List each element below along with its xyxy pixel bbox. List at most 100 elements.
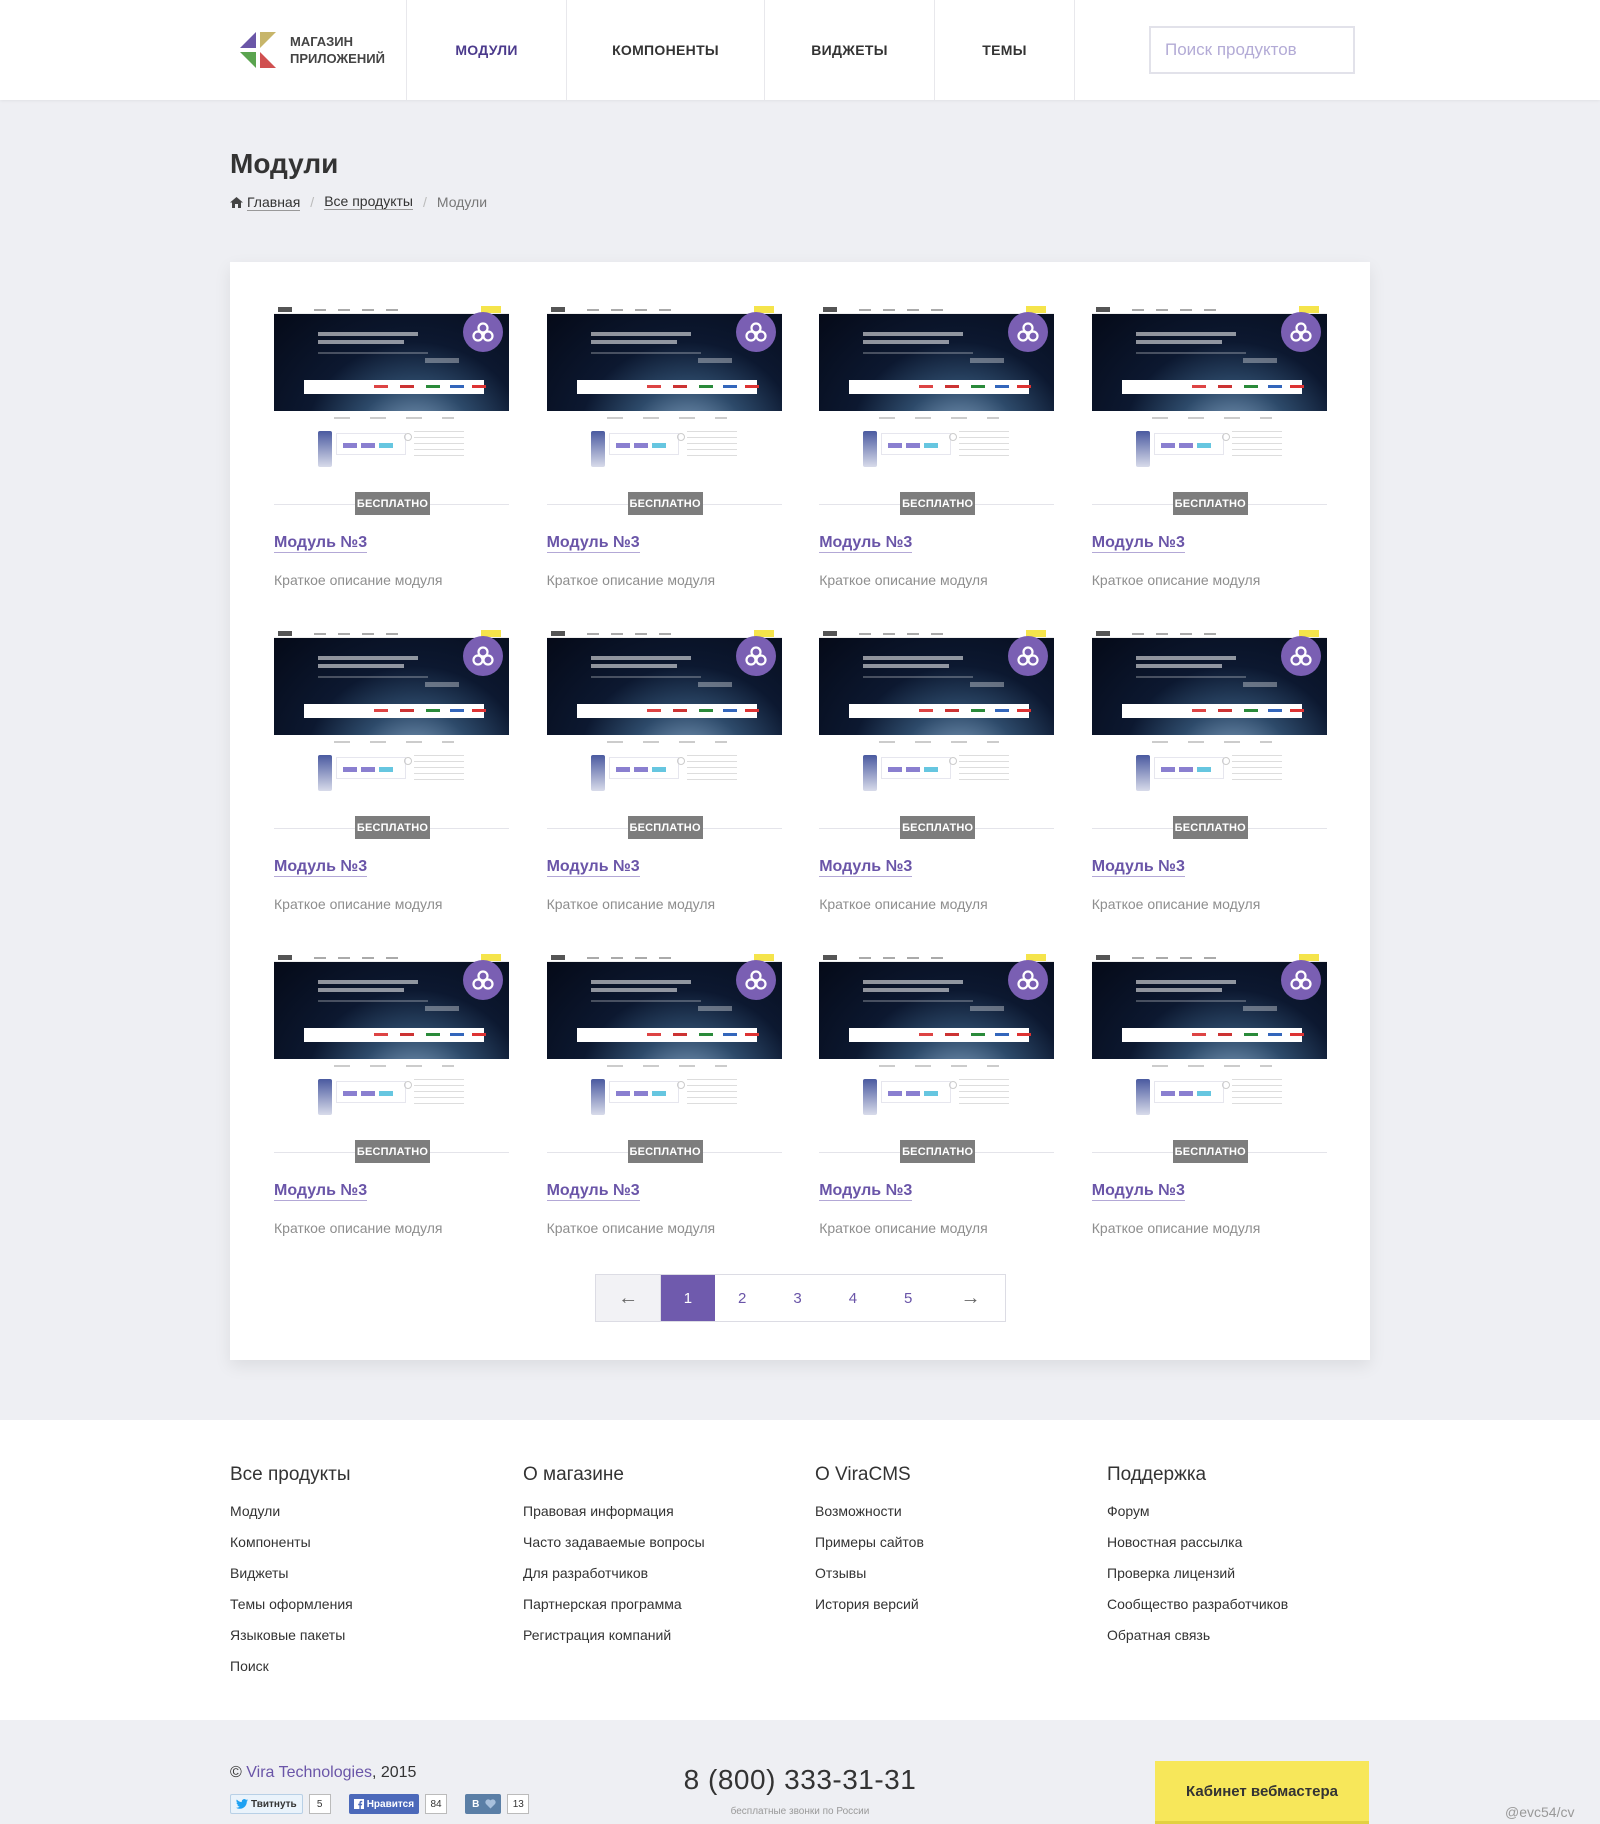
product-thumbnail[interactable]	[819, 306, 1055, 476]
footer-link[interactable]: Часто задаваемые вопросы	[523, 1533, 705, 1551]
footer-link[interactable]: История версий	[815, 1595, 924, 1613]
product-title[interactable]: Модуль №3	[546, 858, 640, 877]
footer-link[interactable]: Компоненты	[230, 1533, 353, 1551]
price-badge: БЕСПЛАТНО	[900, 816, 976, 839]
product-title[interactable]: Модуль №3	[1091, 858, 1185, 877]
product-thumbnail[interactable]	[1091, 630, 1327, 800]
product-card[interactable]: БЕСПЛАТНО Модуль №3 Краткое описание мод…	[274, 306, 509, 630]
price-badge: БЕСПЛАТНО	[900, 492, 976, 515]
product-thumbnail[interactable]	[546, 954, 782, 1124]
facebook-like-button[interactable]: Нравится	[348, 1794, 420, 1814]
search-input[interactable]	[1149, 26, 1355, 74]
product-title[interactable]: Модуль №3	[274, 534, 368, 553]
product-thumbnail[interactable]	[1091, 954, 1327, 1124]
product-title[interactable]: Модуль №3	[274, 858, 368, 877]
copyright-year: , 2015	[371, 1764, 417, 1781]
product-thumbnail[interactable]	[274, 306, 509, 476]
price-row: БЕСПЛАТНО	[1091, 492, 1327, 516]
product-card[interactable]: БЕСПЛАТНО Модуль №3 Краткое описание мод…	[546, 630, 782, 954]
product-card[interactable]: БЕСПЛАТНО Модуль №3 Краткое описание мод…	[274, 630, 509, 954]
footer-link[interactable]: Проверка лицензий	[1107, 1564, 1288, 1582]
nav-item-themes[interactable]: ТЕМЫ	[935, 0, 1075, 100]
pagination-page-5[interactable]: 5	[881, 1275, 936, 1321]
footer-link[interactable]: Партнерская программа	[523, 1595, 705, 1613]
product-thumbnail[interactable]	[546, 630, 782, 800]
product-thumbnail[interactable]	[819, 954, 1055, 1124]
footer-link[interactable]: Для разработчиков	[523, 1564, 705, 1582]
pagination-prev-button[interactable]: ←	[596, 1275, 662, 1321]
price-row: БЕСПЛАТНО	[1091, 816, 1327, 840]
support-phone[interactable]: 8 (800) 333-31-31	[680, 1764, 920, 1796]
product-card[interactable]: БЕСПЛАТНО Модуль №3 Краткое описание мод…	[546, 954, 782, 1278]
product-thumbnail[interactable]	[819, 630, 1055, 800]
store-logo[interactable]: МАГАЗИН ПРИЛОЖЕНИЙ	[240, 30, 400, 70]
footer-link[interactable]: Языковые пакеты	[230, 1626, 353, 1644]
product-card[interactable]: БЕСПЛАТНО Модуль №3 Краткое описание мод…	[546, 306, 782, 630]
product-card[interactable]: БЕСПЛАТНО Модуль №3 Краткое описание мод…	[1091, 630, 1327, 954]
footer-column-title: О магазине	[523, 1464, 624, 1485]
product-title[interactable]: Модуль №3	[1091, 534, 1185, 553]
webmaster-cabinet-button[interactable]: Кабинет вебмастера	[1155, 1761, 1369, 1824]
footer-link[interactable]: Модули	[230, 1502, 353, 1520]
facebook-count: 84	[425, 1794, 448, 1814]
footer-link[interactable]: Новостная рассылка	[1107, 1533, 1288, 1551]
product-card[interactable]: БЕСПЛАТНО Модуль №3 Краткое описание мод…	[819, 630, 1055, 954]
footer-link[interactable]: Поиск	[230, 1657, 353, 1675]
tweet-button[interactable]: Твитнуть	[230, 1794, 303, 1814]
copyright-brand-link[interactable]: Vira Technologies	[246, 1764, 372, 1781]
product-title[interactable]: Модуль №3	[546, 534, 640, 553]
product-title[interactable]: Модуль №3	[819, 534, 913, 553]
breadcrumb-all-products[interactable]: Все продукты	[324, 193, 413, 210]
product-card[interactable]: БЕСПЛАТНО Модуль №3 Краткое описание мод…	[1091, 306, 1327, 630]
nav-item-widgets[interactable]: ВИДЖЕТЫ	[765, 0, 935, 100]
price-row: БЕСПЛАТНО	[819, 816, 1055, 840]
product-card[interactable]: БЕСПЛАТНО Модуль №3 Краткое описание мод…	[1091, 954, 1327, 1278]
logo-line-1: МАГАЗИН	[290, 34, 354, 49]
product-thumbnail[interactable]	[274, 954, 509, 1124]
social-buttons: Твитнуть 5 Нравится 84 В 13	[230, 1794, 541, 1814]
module-icon	[1280, 636, 1321, 676]
vk-like-button[interactable]: В	[465, 1794, 502, 1814]
footer-bottom-bar: © Vira Technologies, 2015 Твитнуть 5 Нра…	[0, 1720, 1600, 1824]
product-description: Краткое описание модуля	[819, 1220, 988, 1236]
support-phone-note: бесплатные звонки по России	[730, 1806, 870, 1817]
product-thumbnail[interactable]	[546, 306, 782, 476]
product-title[interactable]: Модуль №3	[819, 858, 913, 877]
twitter-icon	[236, 1799, 248, 1809]
footer-link[interactable]: Правовая информация	[523, 1502, 705, 1520]
product-title[interactable]: Модуль №3	[819, 1182, 913, 1201]
footer-link[interactable]: Форум	[1107, 1502, 1288, 1520]
product-thumbnail[interactable]	[274, 630, 509, 800]
product-title[interactable]: Модуль №3	[274, 1182, 368, 1201]
breadcrumb-current: Модули	[436, 193, 488, 210]
pagination-page-3[interactable]: 3	[770, 1275, 825, 1321]
footer-link[interactable]: Отзывы	[815, 1564, 924, 1582]
nav-item-components[interactable]: КОМПОНЕНТЫ	[567, 0, 765, 100]
breadcrumb-home-link[interactable]: Главная	[247, 193, 301, 211]
pagination-page-1[interactable]: 1	[661, 1275, 715, 1321]
pagination-page-4[interactable]: 4	[825, 1275, 880, 1321]
footer-link[interactable]: Виджеты	[230, 1564, 353, 1582]
footer-link[interactable]: Регистрация компаний	[523, 1626, 705, 1644]
product-card[interactable]: БЕСПЛАТНО Модуль №3 Краткое описание мод…	[819, 954, 1055, 1278]
footer-link[interactable]: Обратная связь	[1107, 1626, 1288, 1644]
pagination-page-2[interactable]: 2	[715, 1275, 770, 1321]
product-title[interactable]: Модуль №3	[1091, 1182, 1185, 1201]
module-icon	[735, 960, 776, 1000]
breadcrumb-home[interactable]: Главная	[230, 193, 301, 211]
breadcrumb-separator: /	[422, 193, 427, 210]
product-title[interactable]: Модуль №3	[546, 1182, 640, 1201]
footer-link[interactable]: Возможности	[815, 1502, 924, 1520]
product-card[interactable]: БЕСПЛАТНО Модуль №3 Краткое описание мод…	[274, 954, 509, 1278]
product-card[interactable]: БЕСПЛАТНО Модуль №3 Краткое описание мод…	[819, 306, 1055, 630]
module-icon	[463, 960, 503, 1000]
footer-link[interactable]: Примеры сайтов	[815, 1533, 924, 1551]
footer-link[interactable]: Темы оформления	[230, 1595, 353, 1613]
nav-item-modules[interactable]: МОДУЛИ	[407, 0, 567, 100]
pagination-next-button[interactable]: →	[936, 1275, 1005, 1321]
price-row: БЕСПЛАТНО	[546, 816, 782, 840]
footer-link[interactable]: Сообщество разработчиков	[1107, 1595, 1288, 1613]
module-icon	[1280, 960, 1321, 1000]
product-thumbnail[interactable]	[1091, 306, 1327, 476]
copyright-symbol: ©	[230, 1764, 242, 1781]
